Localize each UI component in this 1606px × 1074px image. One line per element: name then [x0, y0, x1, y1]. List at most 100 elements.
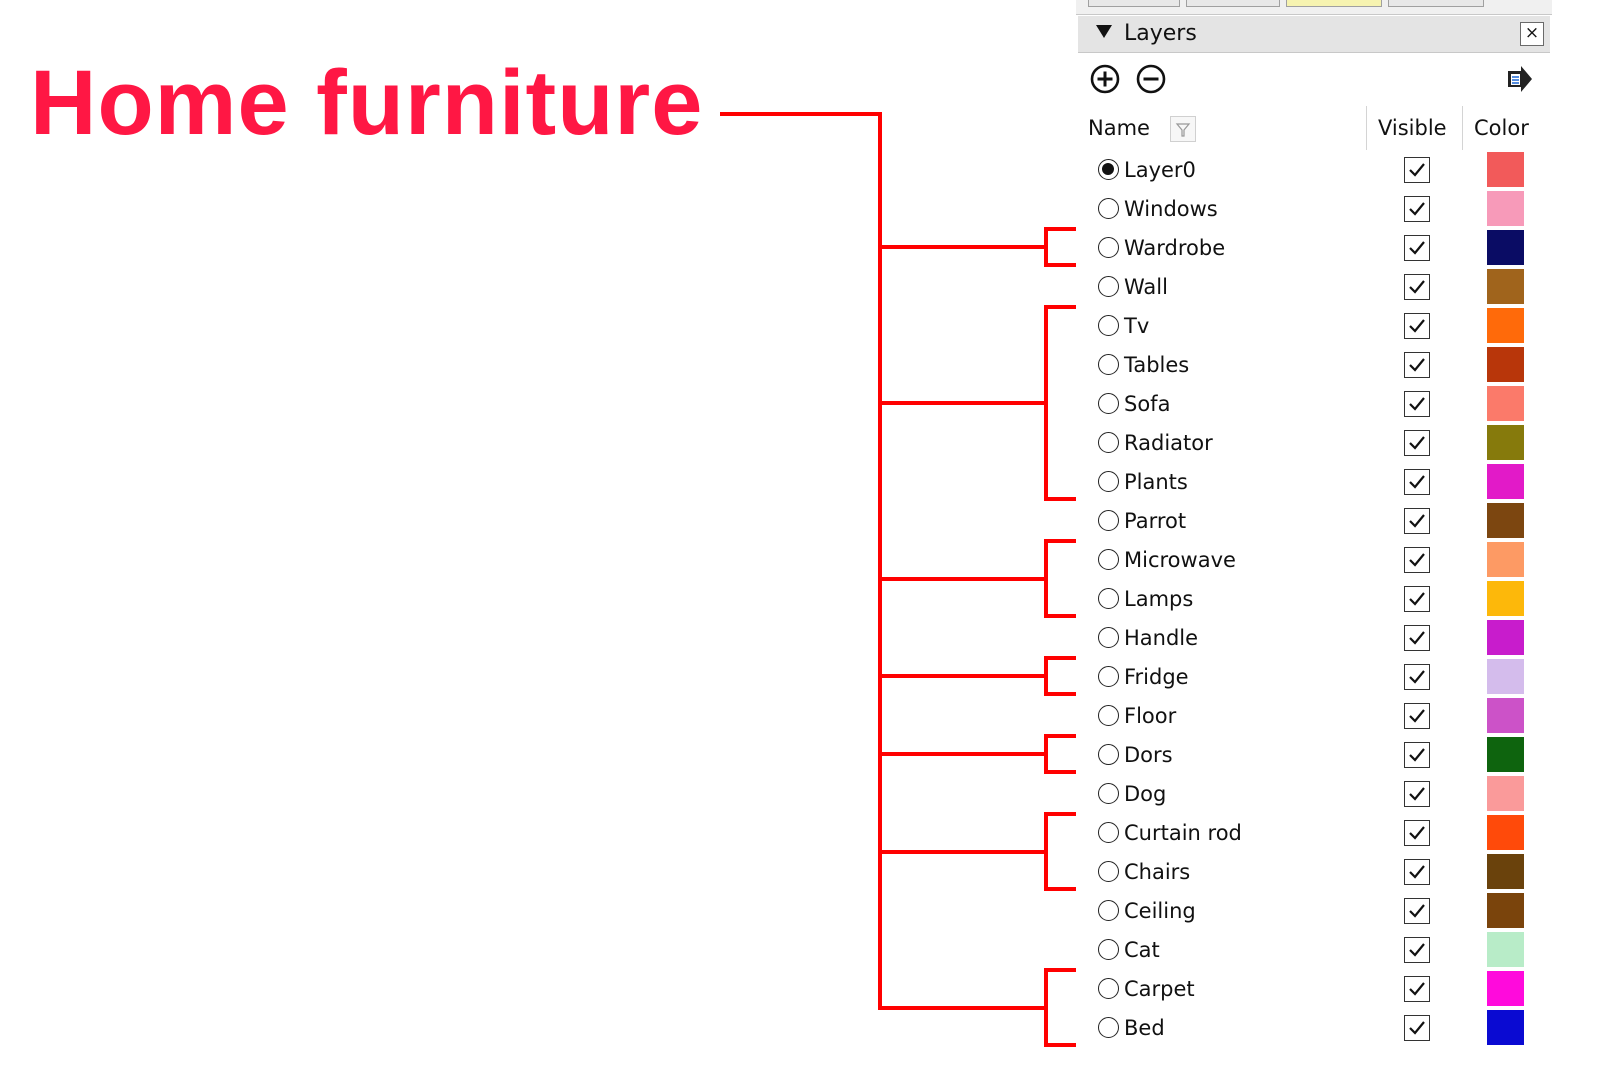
layer-color-swatch[interactable]	[1487, 932, 1524, 967]
layer-color-swatch[interactable]	[1487, 659, 1524, 694]
layer-name[interactable]: Lamps	[1124, 586, 1193, 612]
layer-name[interactable]: Ceiling	[1124, 898, 1196, 924]
active-layer-radio[interactable]	[1098, 861, 1119, 882]
active-layer-radio[interactable]	[1098, 627, 1119, 648]
layer-name[interactable]: Wardrobe	[1124, 235, 1225, 261]
visible-checkbox[interactable]	[1404, 391, 1430, 417]
visible-checkbox[interactable]	[1404, 859, 1430, 885]
visible-checkbox[interactable]	[1404, 898, 1430, 924]
sort-filter-icon[interactable]	[1170, 116, 1196, 142]
layer-row[interactable]: Chairs	[1078, 854, 1550, 893]
layer-row[interactable]: Lamps	[1078, 581, 1550, 620]
visible-checkbox[interactable]	[1404, 976, 1430, 1002]
layer-color-swatch[interactable]	[1487, 503, 1524, 538]
strip-tab[interactable]	[1088, 0, 1180, 7]
layer-color-swatch[interactable]	[1487, 620, 1524, 655]
layer-row[interactable]: Wardrobe	[1078, 230, 1550, 269]
active-layer-radio[interactable]	[1098, 276, 1119, 297]
layer-color-swatch[interactable]	[1487, 971, 1524, 1006]
active-layer-radio[interactable]	[1098, 705, 1119, 726]
layer-row[interactable]: Handle	[1078, 620, 1550, 659]
strip-tab[interactable]	[1388, 0, 1484, 7]
active-layer-radio[interactable]	[1098, 432, 1119, 453]
layer-row[interactable]: Carpet	[1078, 971, 1550, 1010]
visible-checkbox[interactable]	[1404, 625, 1430, 651]
layer-color-swatch[interactable]	[1487, 854, 1524, 889]
active-layer-radio[interactable]	[1098, 588, 1119, 609]
layer-color-swatch[interactable]	[1487, 230, 1524, 265]
visible-checkbox[interactable]	[1404, 781, 1430, 807]
collapse-triangle-icon[interactable]	[1096, 25, 1112, 38]
layer-name[interactable]: Microwave	[1124, 547, 1236, 573]
layer-color-swatch[interactable]	[1487, 542, 1524, 577]
visible-checkbox[interactable]	[1404, 1015, 1430, 1041]
layer-color-swatch[interactable]	[1487, 269, 1524, 304]
layer-row[interactable]: Fridge	[1078, 659, 1550, 698]
layer-name[interactable]: Wall	[1124, 274, 1168, 300]
layer-color-swatch[interactable]	[1487, 191, 1524, 226]
active-layer-radio[interactable]	[1098, 471, 1119, 492]
active-layer-radio[interactable]	[1098, 666, 1119, 687]
active-layer-radio[interactable]	[1098, 900, 1119, 921]
layer-name[interactable]: Curtain rod	[1124, 820, 1242, 846]
column-visible-header[interactable]: Visible	[1378, 115, 1447, 141]
layer-row[interactable]: Parrot	[1078, 503, 1550, 542]
layer-color-swatch[interactable]	[1487, 308, 1524, 343]
layer-color-swatch[interactable]	[1487, 581, 1524, 616]
active-layer-radio[interactable]	[1098, 939, 1119, 960]
active-layer-radio[interactable]	[1098, 315, 1119, 336]
layer-name[interactable]: Windows	[1124, 196, 1218, 222]
visible-checkbox[interactable]	[1404, 196, 1430, 222]
layer-row[interactable]: Cat	[1078, 932, 1550, 971]
visible-checkbox[interactable]	[1404, 586, 1430, 612]
column-color-header[interactable]: Color	[1474, 115, 1529, 141]
layer-name[interactable]: Layer0	[1124, 157, 1196, 183]
layer-row[interactable]: Ceiling	[1078, 893, 1550, 932]
strip-tab[interactable]	[1286, 0, 1382, 7]
column-name-header[interactable]: Name	[1088, 115, 1150, 141]
active-layer-radio[interactable]	[1098, 393, 1119, 414]
layer-name[interactable]: Plants	[1124, 469, 1188, 495]
layer-row[interactable]: Microwave	[1078, 542, 1550, 581]
visible-checkbox[interactable]	[1404, 157, 1430, 183]
layer-name[interactable]: Carpet	[1124, 976, 1195, 1002]
layer-name[interactable]: Chairs	[1124, 859, 1190, 885]
active-layer-radio[interactable]	[1098, 1017, 1119, 1038]
layer-row[interactable]: Radiator	[1078, 425, 1550, 464]
layer-name[interactable]: Fridge	[1124, 664, 1189, 690]
details-button[interactable]	[1502, 62, 1536, 96]
layer-row[interactable]: Sofa	[1078, 386, 1550, 425]
layer-color-swatch[interactable]	[1487, 815, 1524, 850]
layer-row[interactable]: Dors	[1078, 737, 1550, 776]
active-layer-radio[interactable]	[1098, 744, 1119, 765]
visible-checkbox[interactable]	[1404, 703, 1430, 729]
layer-name[interactable]: Dors	[1124, 742, 1173, 768]
layer-row[interactable]: Curtain rod	[1078, 815, 1550, 854]
layer-color-swatch[interactable]	[1487, 893, 1524, 928]
active-layer-radio[interactable]	[1098, 978, 1119, 999]
active-layer-radio[interactable]	[1098, 822, 1119, 843]
layer-color-swatch[interactable]	[1487, 776, 1524, 811]
layer-name[interactable]: Bed	[1124, 1015, 1165, 1041]
layer-color-swatch[interactable]	[1487, 698, 1524, 733]
layer-row[interactable]: Bed	[1078, 1010, 1550, 1049]
active-layer-radio[interactable]	[1098, 549, 1119, 570]
layer-name[interactable]: Sofa	[1124, 391, 1170, 417]
column-divider[interactable]	[1462, 106, 1463, 150]
active-layer-radio[interactable]	[1098, 354, 1119, 375]
active-layer-radio[interactable]	[1098, 783, 1119, 804]
panel-header[interactable]: Layers ×	[1078, 16, 1550, 53]
visible-checkbox[interactable]	[1404, 508, 1430, 534]
layer-name[interactable]: Cat	[1124, 937, 1160, 963]
layer-name[interactable]: Dog	[1124, 781, 1166, 807]
layer-color-swatch[interactable]	[1487, 386, 1524, 421]
layer-color-swatch[interactable]	[1487, 152, 1524, 187]
layer-row[interactable]: Plants	[1078, 464, 1550, 503]
active-layer-radio[interactable]	[1098, 198, 1119, 219]
visible-checkbox[interactable]	[1404, 235, 1430, 261]
layer-color-swatch[interactable]	[1487, 1010, 1524, 1045]
layer-row[interactable]: Wall	[1078, 269, 1550, 308]
column-divider[interactable]	[1366, 106, 1367, 150]
layer-row[interactable]: Floor	[1078, 698, 1550, 737]
visible-checkbox[interactable]	[1404, 352, 1430, 378]
